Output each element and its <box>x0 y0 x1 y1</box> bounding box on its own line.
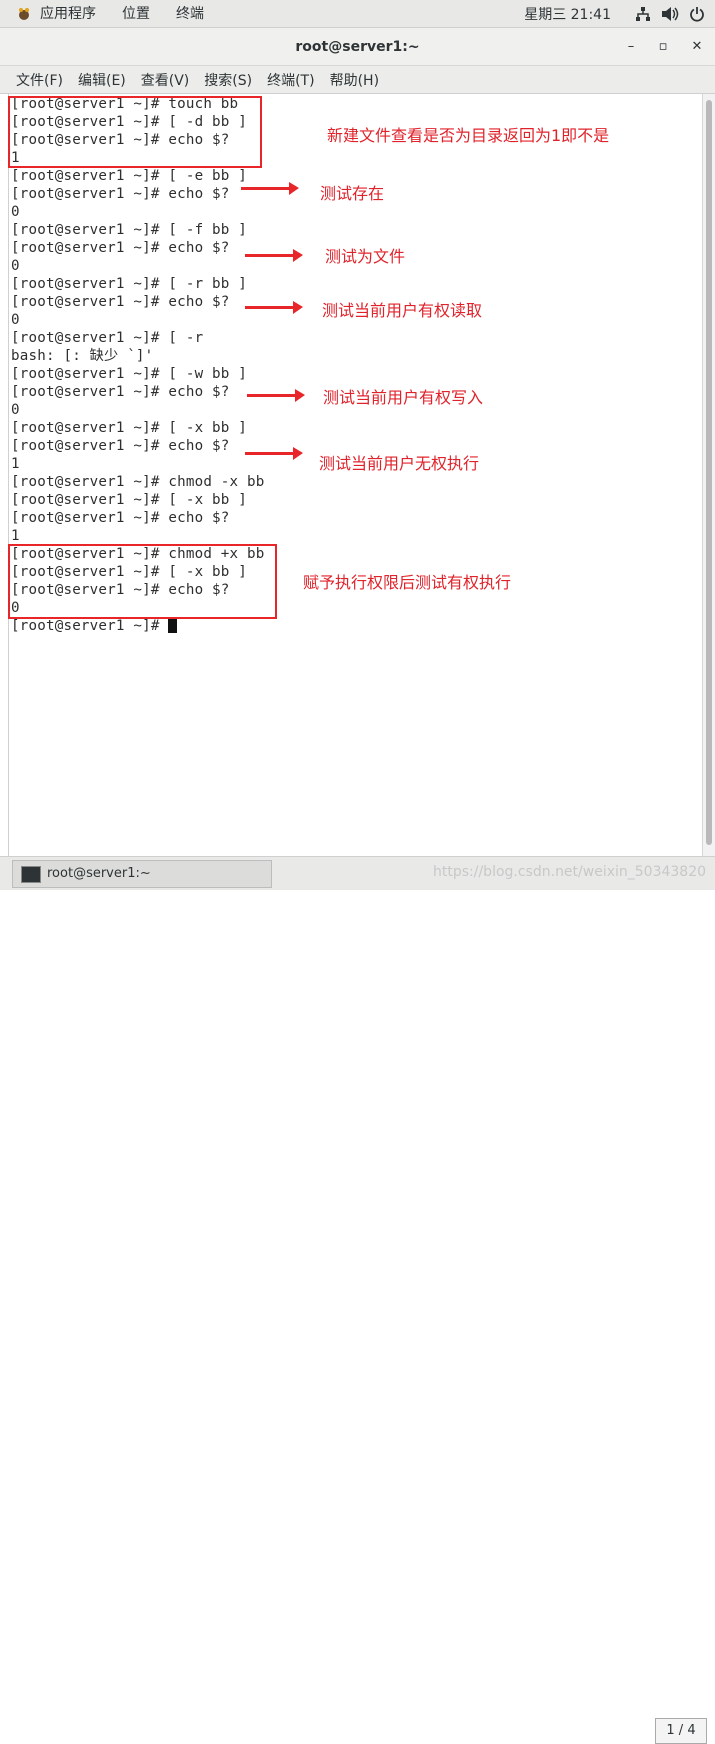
terminal-line: [root@server1 ~]# echo $? <box>11 186 230 202</box>
scrollbar-thumb[interactable] <box>706 100 712 845</box>
menu-search[interactable]: 搜索(S) <box>204 70 252 90</box>
terminal-line: [root@server1 ~]# chmod -x bb <box>11 474 265 490</box>
window-title: root@server1:~ <box>295 39 420 55</box>
annotation-box <box>8 544 277 619</box>
annotation-text: 测试当前用户有权写入 <box>323 388 484 407</box>
volume-icon[interactable] <box>661 6 679 22</box>
minimize-button[interactable]: – <box>616 28 646 66</box>
annotation-arrow <box>245 301 303 314</box>
terminal-line: [root@server1 ~]# [ -x bb ] <box>11 492 248 508</box>
annotation-text: 赋予执行权限后测试有权执行 <box>303 573 512 592</box>
menu-help[interactable]: 帮助(H) <box>330 70 379 90</box>
terminal-output[interactable]: [root@server1 ~]# touch bb [root@server1… <box>8 94 703 856</box>
annotation-arrow <box>245 447 303 460</box>
workspace-pager[interactable]: 1 / 4 <box>655 1718 707 1744</box>
menubar: 文件(F) 编辑(E) 查看(V) 搜索(S) 终端(T) 帮助(H) <box>0 66 715 94</box>
terminal-scrollbar[interactable] <box>702 94 715 856</box>
menu-terminal[interactable]: 终端(T) <box>267 70 314 90</box>
annotation-text: 测试为文件 <box>325 247 406 266</box>
annotation-text: 测试当前用户有权读取 <box>322 301 483 320</box>
annotation-arrow <box>247 389 305 402</box>
terminal-line: [root@server1 ~]# echo $? <box>11 240 230 256</box>
network-icon[interactable] <box>635 6 651 22</box>
places-menu[interactable]: 位置 <box>122 0 150 28</box>
close-button[interactable]: ✕ <box>682 28 712 66</box>
terminal-line: 1 <box>11 528 20 544</box>
terminal-prompt: [root@server1 ~]# <box>11 618 169 634</box>
power-icon[interactable] <box>689 6 705 22</box>
terminal-line: [root@server1 ~]# echo $? <box>11 438 230 454</box>
terminal-prompt-line: [root@server1 ~]# <box>11 617 178 635</box>
terminal-line: 0 <box>11 402 20 418</box>
annotation-arrow <box>245 249 303 262</box>
annotation-arrow <box>241 182 299 195</box>
terminal-icon <box>21 866 41 883</box>
maximize-button[interactable]: ▫ <box>648 28 678 66</box>
terminal-line: [root@server1 ~]# [ -e bb ] <box>11 168 248 184</box>
terminal-line: [root@server1 ~]# echo $? <box>11 510 230 526</box>
terminal-line: 1 <box>11 456 20 472</box>
terminal-line: [root@server1 ~]# echo $? <box>11 294 230 310</box>
terminal-line: 0 <box>11 312 20 328</box>
annotation-text: 新建文件查看是否为目录返回为1即不是 <box>327 126 610 145</box>
terminal-line: [root@server1 ~]# echo $? <box>11 384 230 400</box>
terminal-line: [root@server1 ~]# [ -x bb ] <box>11 420 248 436</box>
terminal-app-menu[interactable]: 终端 <box>176 0 204 28</box>
menu-edit[interactable]: 编辑(E) <box>78 70 126 90</box>
terminal-line: bash: [: 缺少 `]' <box>11 348 154 364</box>
terminal-line: [root@server1 ~]# [ -f bb ] <box>11 222 248 238</box>
window-titlebar[interactable]: root@server1:~ – ▫ ✕ <box>0 28 715 66</box>
annotation-box <box>8 96 262 168</box>
terminal-line: [root@server1 ~]# [ -r bb ] <box>11 276 248 292</box>
taskbar-item-label: root@server1:~ <box>47 866 151 881</box>
annotation-text: 测试当前用户无权执行 <box>319 454 480 473</box>
watermark: https://blog.csdn.net/weixin_50343820 <box>433 864 707 880</box>
applications-icon <box>19 8 29 20</box>
terminal-cursor <box>168 617 178 633</box>
taskbar-item-terminal[interactable]: root@server1:~ <box>12 860 272 888</box>
applications-menu[interactable]: 应用程序 <box>40 0 96 28</box>
top-panel: 应用程序 位置 终端 星期三 21:41 <box>0 0 715 28</box>
terminal-line: 0 <box>11 258 20 274</box>
terminal-line: [root@server1 ~]# [ -w bb ] <box>11 366 248 382</box>
menu-file[interactable]: 文件(F) <box>16 70 63 90</box>
terminal-line: 0 <box>11 204 20 220</box>
terminal-line: [root@server1 ~]# [ -r <box>11 330 204 346</box>
annotation-text: 测试存在 <box>320 184 385 203</box>
menu-view[interactable]: 查看(V) <box>141 70 190 90</box>
clock[interactable]: 星期三 21:41 <box>524 4 611 24</box>
